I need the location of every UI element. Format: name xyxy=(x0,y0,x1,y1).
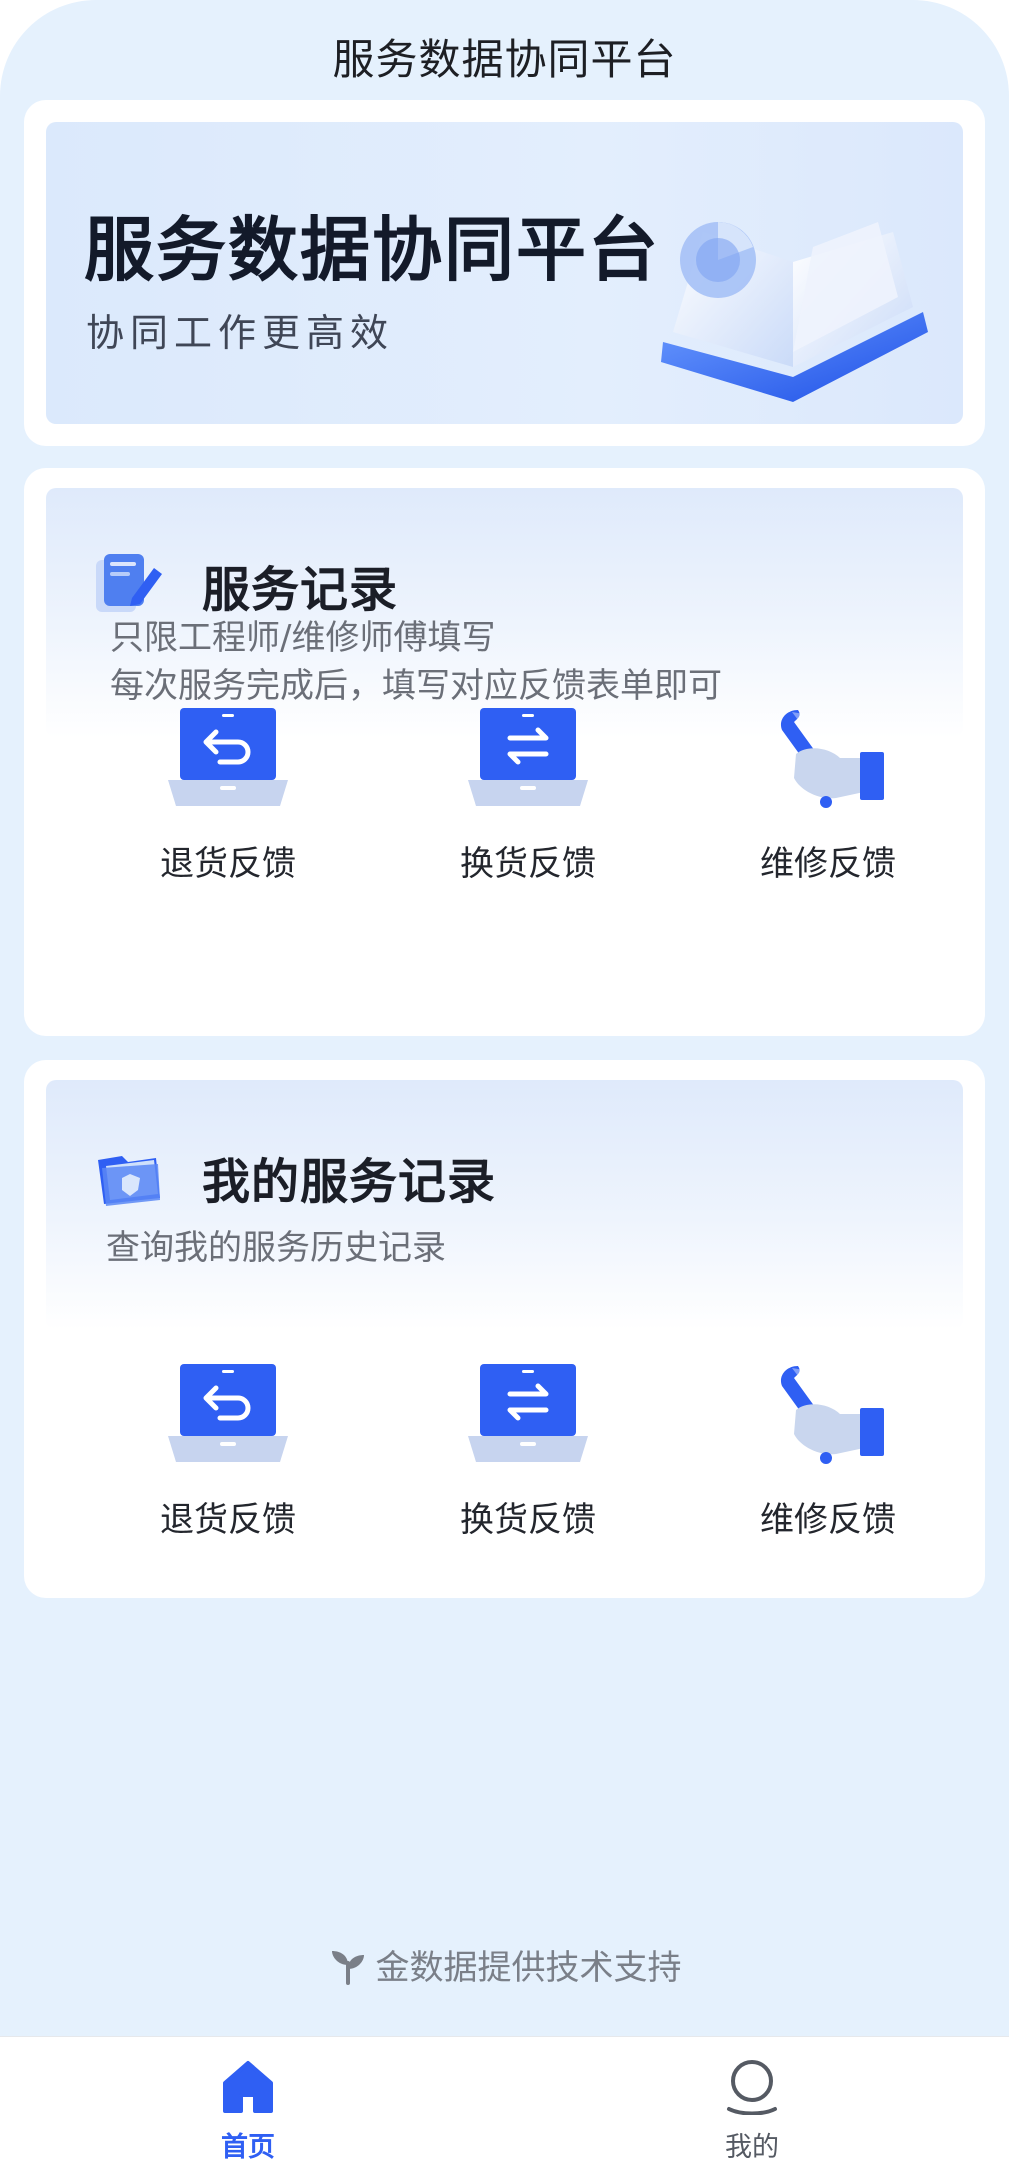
tile-label: 换货反馈 xyxy=(460,1500,596,1540)
tab-mine-label: 我的 xyxy=(725,2132,779,2163)
tile-label: 维修反馈 xyxy=(760,844,896,884)
my-records-header: 我的服务记录 查询我的服务历史记录 xyxy=(46,1080,963,1330)
service-record-header: 服务记录 只限工程师/维修师傅填写 每次服务完成后，填写对应反馈表单即可 xyxy=(46,488,963,738)
my-records-title: 我的服务记录 xyxy=(202,1154,497,1210)
bottom-tab-bar: 首页 我的 xyxy=(0,2036,1009,2182)
tile-label: 换货反馈 xyxy=(460,844,596,884)
book-illustration-icon xyxy=(661,222,928,402)
service-record-desc-2: 每次服务完成后，填写对应反馈表单即可 xyxy=(110,666,722,706)
my-records-desc: 查询我的服务历史记录 xyxy=(106,1228,446,1268)
app-screen: 服务数据协同平台 服务数据协同平台 协同工作更高效 服务记录 只限工程师/维修师… xyxy=(0,0,1009,2182)
tile-label: 退货反馈 xyxy=(160,844,296,884)
repair-wrench-icon xyxy=(780,1366,884,1464)
repair-feedback-tile[interactable]: 维修反馈 xyxy=(708,704,948,885)
tab-home[interactable]: 首页 xyxy=(168,2057,328,2164)
return-laptop-icon xyxy=(168,1364,288,1462)
footer-credit-text: 金数据提供技术支持 xyxy=(375,1948,682,1988)
tab-home-label: 首页 xyxy=(221,2132,275,2163)
banner: 服务数据协同平台 协同工作更高效 xyxy=(46,122,963,424)
footer-credit: 金数据提供技术支持 xyxy=(0,1940,1009,1989)
my-records-card: 我的服务记录 查询我的服务历史记录 退货反馈 换货反馈 维修反馈 xyxy=(24,1060,985,1598)
form-edit-icon xyxy=(96,554,162,612)
my-repair-feedback-tile[interactable]: 维修反馈 xyxy=(708,1360,948,1541)
return-feedback-tile[interactable]: 退货反馈 xyxy=(108,704,348,885)
exchange-laptop-icon xyxy=(468,708,588,806)
return-laptop-icon xyxy=(168,708,288,806)
tile-label: 维修反馈 xyxy=(760,1500,896,1540)
sprout-logo-icon xyxy=(331,1951,364,1985)
my-exchange-feedback-tile[interactable]: 换货反馈 xyxy=(408,1360,648,1541)
exchange-feedback-tile[interactable]: 换货反馈 xyxy=(408,704,648,885)
banner-subtitle: 协同工作更高效 xyxy=(86,311,395,355)
repair-wrench-icon xyxy=(780,710,884,808)
service-record-desc-1: 只限工程师/维修师傅填写 xyxy=(110,618,496,658)
exchange-laptop-icon xyxy=(468,1364,588,1462)
folder-shield-icon xyxy=(98,1156,160,1206)
tile-label: 退货反馈 xyxy=(160,1500,296,1540)
page-title: 服务数据协同平台 xyxy=(332,35,677,84)
home-icon xyxy=(223,2061,273,2113)
banner-card: 服务数据协同平台 协同工作更高效 xyxy=(24,100,985,446)
service-record-card: 服务记录 只限工程师/维修师傅填写 每次服务完成后，填写对应反馈表单即可 退货反… xyxy=(24,468,985,1036)
banner-title: 服务数据协同平台 xyxy=(84,209,660,291)
user-icon xyxy=(727,2060,777,2116)
tab-mine[interactable]: 我的 xyxy=(672,2057,832,2164)
my-return-feedback-tile[interactable]: 退货反馈 xyxy=(108,1360,348,1541)
